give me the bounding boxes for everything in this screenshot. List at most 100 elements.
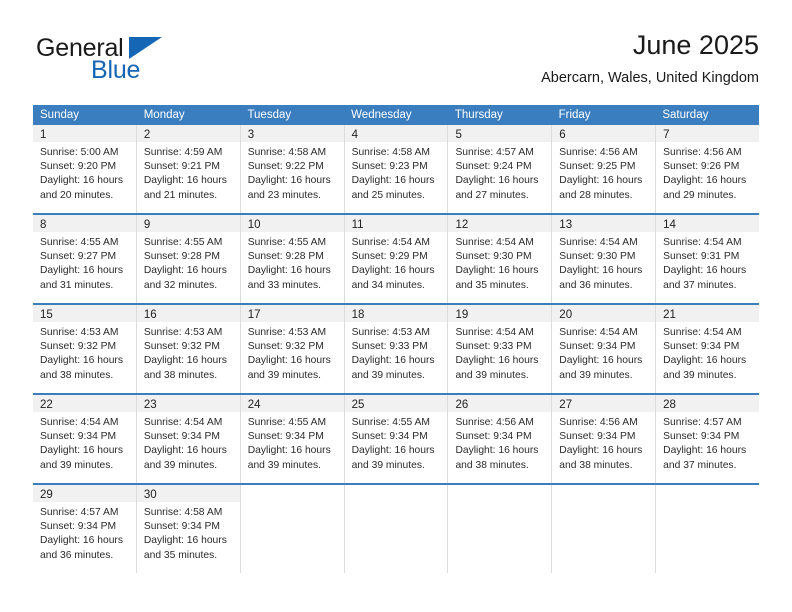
- day-number-bar: 6: [552, 125, 656, 142]
- day-number-bar: 2: [136, 125, 240, 142]
- day-cell[interactable]: 10 Sunrise: 4:55 AM Sunset: 9:28 PM Dayligh…: [240, 215, 345, 303]
- day-number: 23: [143, 399, 157, 411]
- day-cell[interactable]: 24 Sunrise: 4:55 AM Sunset: 9:34 PM Dayligh…: [240, 395, 345, 483]
- sunset-text: Sunset: 9:34 PM: [40, 431, 117, 443]
- daylight-text-line1: Daylight: 16 hours: [455, 445, 539, 457]
- daylight-text-line2: and 38 minutes.: [143, 369, 218, 381]
- brand-logo[interactable]: General Blue: [33, 34, 233, 90]
- calendar-page: General Blue June 2025 Abercarn, Wales, …: [0, 0, 792, 612]
- day-details: Sunrise: 4:54 AM Sunset: 9:34 PM Daylight:…: [552, 322, 655, 383]
- weekday-header-sunday: Sunday: [40, 109, 80, 121]
- day-cell[interactable]: 29 Sunrise: 4:57 AM Sunset: 9:34 PM Dayligh…: [33, 485, 137, 573]
- daylight-text-line1: Daylight: 16 hours: [247, 175, 331, 187]
- day-details: Sunrise: 4:58 AM Sunset: 9:23 PM Daylight:…: [345, 142, 448, 203]
- daylight-text-line1: Daylight: 16 hours: [247, 355, 331, 367]
- sunrise-text: Sunrise: 4:58 AM: [247, 147, 327, 158]
- day-cell[interactable]: 11 Sunrise: 4:54 AM Sunset: 9:29 PM Dayligh…: [344, 215, 449, 303]
- day-number: 18: [351, 309, 365, 321]
- sunrise-text: Sunrise: 4:53 AM: [40, 327, 119, 338]
- day-number-bar: 20: [552, 305, 656, 322]
- calendar-week-row: 1 Sunrise: 5:00 AM Sunset: 9:20 PM Daylight…: [33, 125, 760, 213]
- daylight-text-line1: Daylight: 16 hours: [351, 265, 435, 277]
- calendar-week-row: 29 Sunrise: 4:57 AM Sunset: 9:34 PM Dayligh…: [33, 483, 760, 573]
- day-details: Sunrise: 4:58 AM Sunset: 9:34 PM Daylight:…: [137, 502, 240, 563]
- day-number: 12: [455, 219, 469, 231]
- day-cell[interactable]: 28 Sunrise: 4:57 AM Sunset: 9:34 PM Dayligh…: [656, 395, 760, 483]
- sunrise-text: Sunrise: 4:58 AM: [351, 147, 430, 158]
- day-cell-empty: [344, 485, 449, 573]
- daylight-text-line2: and 38 minutes.: [559, 459, 633, 471]
- sunrise-text: Sunrise: 4:55 AM: [40, 237, 119, 248]
- day-cell[interactable]: 30 Sunrise: 4:58 AM Sunset: 9:34 PM Dayligh…: [136, 485, 241, 573]
- day-details: Sunrise: 4:53 AM Sunset: 9:32 PM Daylight:…: [241, 322, 344, 383]
- day-cell[interactable]: 20 Sunrise: 4:54 AM Sunset: 9:34 PM Dayligh…: [552, 305, 657, 393]
- day-details: Sunrise: 4:54 AM Sunset: 9:34 PM Daylight:…: [33, 412, 136, 473]
- daylight-text-line2: and 31 minutes.: [40, 279, 114, 291]
- day-cell[interactable]: 4 Sunrise: 4:58 AM Sunset: 9:23 PM Daylight…: [344, 125, 449, 213]
- day-cell[interactable]: 2 Sunrise: 4:59 AM Sunset: 9:21 PM Daylight…: [136, 125, 241, 213]
- day-number-bar: [240, 485, 344, 502]
- day-cell[interactable]: 16 Sunrise: 4:53 AM Sunset: 9:32 PM Dayligh…: [136, 305, 241, 393]
- daylight-text-line2: and 35 minutes.: [143, 549, 218, 561]
- day-cell[interactable]: 25 Sunrise: 4:55 AM Sunset: 9:34 PM Dayligh…: [344, 395, 449, 483]
- calendar-grid: Sunday Monday Tuesday Wednesday Thursday…: [33, 105, 760, 573]
- daylight-text-line2: and 39 minutes.: [455, 369, 529, 381]
- daylight-text-line1: Daylight: 16 hours: [143, 535, 227, 547]
- day-number-bar: [344, 485, 448, 502]
- day-details: Sunrise: 4:54 AM Sunset: 9:34 PM Daylight:…: [137, 412, 240, 473]
- day-details: Sunrise: 4:54 AM Sunset: 9:33 PM Daylight:…: [448, 322, 551, 383]
- day-cell[interactable]: 22 Sunrise: 4:54 AM Sunset: 9:34 PM Dayligh…: [33, 395, 137, 483]
- day-cell[interactable]: 14 Sunrise: 4:54 AM Sunset: 9:31 PM Dayligh…: [656, 215, 760, 303]
- day-details: Sunrise: 4:54 AM Sunset: 9:34 PM Daylight:…: [656, 322, 759, 383]
- sunrise-text: Sunrise: 4:59 AM: [143, 147, 223, 158]
- day-number-bar: 21: [656, 305, 760, 322]
- day-number-bar: 19: [448, 305, 552, 322]
- daylight-text-line1: Daylight: 16 hours: [40, 355, 123, 367]
- day-cell[interactable]: 5 Sunrise: 4:57 AM Sunset: 9:24 PM Daylight…: [448, 125, 553, 213]
- day-number: 17: [247, 309, 261, 321]
- sunset-text: Sunset: 9:34 PM: [247, 431, 324, 443]
- day-details: Sunrise: 4:54 AM Sunset: 9:30 PM Daylight:…: [552, 232, 655, 293]
- day-cell[interactable]: 21 Sunrise: 4:54 AM Sunset: 9:34 PM Dayligh…: [656, 305, 760, 393]
- sunset-text: Sunset: 9:32 PM: [143, 341, 220, 353]
- day-cell[interactable]: 27 Sunrise: 4:56 AM Sunset: 9:34 PM Dayligh…: [552, 395, 657, 483]
- day-cell[interactable]: 18 Sunrise: 4:53 AM Sunset: 9:33 PM Dayligh…: [344, 305, 449, 393]
- day-cell[interactable]: 8 Sunrise: 4:55 AM Sunset: 9:27 PM Daylight…: [33, 215, 137, 303]
- day-cell[interactable]: 23 Sunrise: 4:54 AM Sunset: 9:34 PM Dayligh…: [136, 395, 241, 483]
- day-cell[interactable]: 19 Sunrise: 4:54 AM Sunset: 9:33 PM Dayligh…: [448, 305, 553, 393]
- sunset-text: Sunset: 9:23 PM: [351, 161, 428, 173]
- day-number-bar: 13: [552, 215, 656, 232]
- daylight-text-line1: Daylight: 16 hours: [351, 355, 435, 367]
- daylight-text-line1: Daylight: 16 hours: [143, 265, 227, 277]
- daylight-text-line2: and 38 minutes.: [455, 459, 529, 471]
- day-number-bar: 1: [33, 125, 136, 142]
- sunrise-text: Sunrise: 4:56 AM: [559, 147, 638, 158]
- day-details: Sunrise: 4:56 AM Sunset: 9:26 PM Daylight:…: [656, 142, 759, 203]
- day-details: Sunrise: 4:54 AM Sunset: 9:30 PM Daylight:…: [448, 232, 551, 293]
- page-title: June 2025: [632, 30, 759, 60]
- daylight-text-line1: Daylight: 16 hours: [40, 175, 123, 187]
- day-cell[interactable]: 1 Sunrise: 5:00 AM Sunset: 9:20 PM Daylight…: [33, 125, 137, 213]
- day-details: Sunrise: 4:57 AM Sunset: 9:34 PM Daylight:…: [656, 412, 759, 473]
- day-cell[interactable]: 6 Sunrise: 4:56 AM Sunset: 9:25 PM Daylight…: [552, 125, 657, 213]
- sunset-text: Sunset: 9:33 PM: [455, 341, 532, 353]
- day-number-bar: 27: [552, 395, 656, 412]
- day-cell[interactable]: 26 Sunrise: 4:56 AM Sunset: 9:34 PM Dayligh…: [448, 395, 553, 483]
- daylight-text-line1: Daylight: 16 hours: [351, 445, 435, 457]
- day-cell[interactable]: 13 Sunrise: 4:54 AM Sunset: 9:30 PM Dayligh…: [552, 215, 657, 303]
- day-cell[interactable]: 15 Sunrise: 4:53 AM Sunset: 9:32 PM Dayligh…: [33, 305, 137, 393]
- sunrise-text: Sunrise: 4:56 AM: [455, 417, 534, 428]
- day-cell[interactable]: 9 Sunrise: 4:55 AM Sunset: 9:28 PM Daylight…: [136, 215, 241, 303]
- day-number: 13: [559, 219, 573, 231]
- sunset-text: Sunset: 9:25 PM: [559, 161, 636, 173]
- day-cell[interactable]: 3 Sunrise: 4:58 AM Sunset: 9:22 PM Daylight…: [240, 125, 345, 213]
- day-cell[interactable]: 7 Sunrise: 4:56 AM Sunset: 9:26 PM Daylight…: [656, 125, 760, 213]
- day-cell-empty: [448, 485, 553, 573]
- day-cell[interactable]: 12 Sunrise: 4:54 AM Sunset: 9:30 PM Dayligh…: [448, 215, 553, 303]
- daylight-text-line1: Daylight: 16 hours: [455, 355, 539, 367]
- day-details: Sunrise: 4:56 AM Sunset: 9:34 PM Daylight:…: [448, 412, 551, 473]
- daylight-text-line2: and 39 minutes.: [247, 369, 321, 381]
- day-details: Sunrise: 4:56 AM Sunset: 9:34 PM Daylight:…: [552, 412, 655, 473]
- daylight-text-line2: and 36 minutes.: [559, 279, 633, 291]
- day-cell[interactable]: 17 Sunrise: 4:53 AM Sunset: 9:32 PM Dayligh…: [240, 305, 345, 393]
